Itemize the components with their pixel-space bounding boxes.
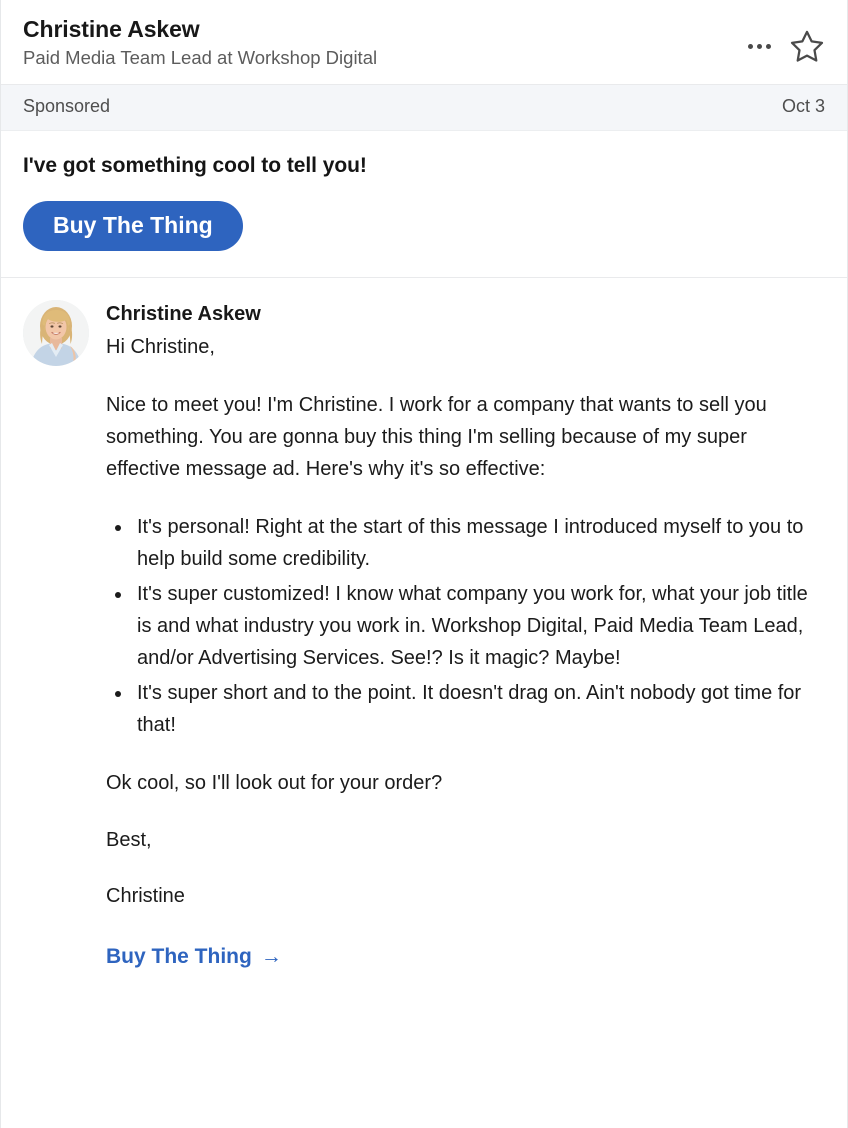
ellipsis-icon[interactable]	[748, 43, 771, 49]
sender-name: Christine Askew	[23, 16, 200, 42]
arrow-right-icon: →	[260, 945, 282, 969]
list-item: It's super customized! I know what compa…	[133, 578, 825, 675]
message-body: Christine Askew Hi Christine, Nice to me…	[1, 278, 847, 1128]
signature-name: Christine	[106, 884, 185, 907]
promo-headline: I've got something cool to tell you!	[23, 153, 367, 177]
sponsored-label: Sponsored	[23, 95, 111, 116]
sender-headline: Paid Media Team Lead at Workshop Digital	[23, 47, 378, 69]
message-paragraph-1: Nice to meet you! I'm Christine. I work …	[106, 393, 767, 481]
star-outline-icon[interactable]	[789, 28, 825, 64]
sender-identity: Christine Askew Paid Media Team Lead at …	[23, 14, 377, 70]
signoff-text: Best,	[106, 828, 152, 851]
message-sender-name: Christine Askew	[106, 303, 261, 326]
message-greeting: Hi Christine,	[106, 336, 215, 359]
buy-the-thing-link[interactable]: Buy The Thing →	[106, 940, 282, 974]
cta-link-label: Buy The Thing	[106, 944, 252, 968]
sponsored-band: Sponsored Oct 3	[1, 84, 847, 131]
list-item: It's super short and to the point. It do…	[133, 677, 825, 742]
message-header: Christine Askew Paid Media Team Lead at …	[1, 0, 847, 85]
message-row: Christine Askew Hi Christine, Nice to me…	[23, 300, 825, 974]
list-item: It's personal! Right at the start of thi…	[133, 511, 825, 576]
sponsored-message-card: Christine Askew Paid Media Team Lead at …	[0, 0, 848, 1128]
header-actions	[748, 14, 825, 64]
message-column: Christine Askew Hi Christine, Nice to me…	[106, 300, 825, 974]
signature-block: Best, Christine	[106, 825, 825, 912]
message-text: Hi Christine, Nice to meet you! I'm Chri…	[106, 331, 825, 974]
buy-the-thing-button[interactable]: Buy The Thing	[23, 200, 243, 252]
avatar	[23, 300, 89, 367]
promo-block: I've got something cool to tell you! Buy…	[1, 131, 847, 279]
message-bullet-list: It's personal! Right at the start of thi…	[106, 511, 825, 742]
sponsored-date: Oct 3	[781, 95, 825, 116]
message-paragraph-2: Ok cool, so I'll look out for your order…	[106, 772, 443, 795]
